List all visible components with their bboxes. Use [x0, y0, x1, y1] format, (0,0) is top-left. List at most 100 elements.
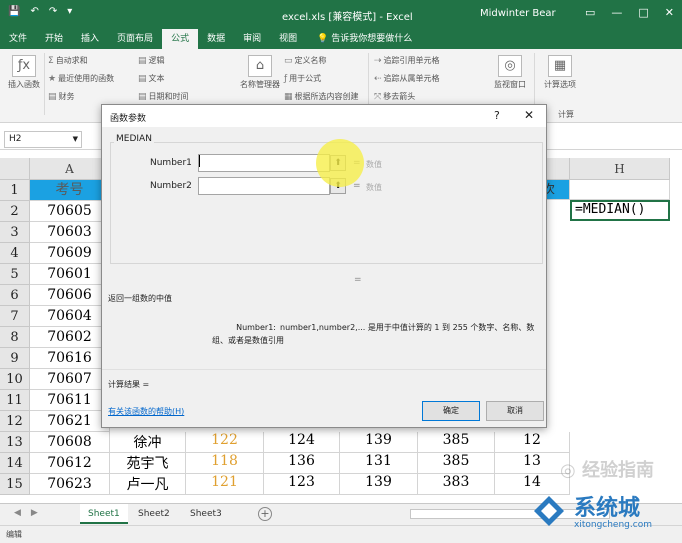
redo-icon[interactable]: ↷	[49, 6, 57, 17]
row-header[interactable]: 1	[0, 180, 30, 201]
prev-sheet-icon[interactable]: ◀	[14, 508, 21, 518]
tab-review[interactable]: 审阅	[234, 29, 270, 49]
cell-a-value[interactable]: 70603	[30, 222, 110, 243]
row-header[interactable]: 12	[0, 411, 30, 432]
insert-function-button[interactable]: ƒx 插入函数	[4, 55, 44, 90]
cell-a-value[interactable]: 70604	[30, 306, 110, 327]
trace-dependents-button[interactable]: ⇠ 追踪从属单元格	[374, 73, 440, 84]
tab-home[interactable]: 开始	[36, 29, 72, 49]
tab-data[interactable]: 数据	[198, 29, 234, 49]
cell-d14[interactable]: 136	[264, 453, 340, 474]
cell-b15[interactable]: 卢一凡	[110, 474, 186, 495]
close-icon[interactable]: ✕	[665, 6, 674, 19]
name-manager-button[interactable]: ⌂ 名称管理器	[240, 55, 280, 90]
cell-a-value[interactable]: 70602	[30, 327, 110, 348]
column-header-a[interactable]: A	[30, 158, 110, 180]
cell-h2-formula[interactable]: =MEDIAN()	[570, 200, 670, 221]
cell-a-value[interactable]: 70609	[30, 243, 110, 264]
trace-precedents-button[interactable]: ⇢ 追踪引用单元格	[374, 55, 440, 66]
autosum-button[interactable]: Σ 自动求和	[48, 55, 88, 66]
sheet-tab-sheet3[interactable]: Sheet3	[182, 504, 230, 524]
cell-d15[interactable]: 123	[264, 474, 340, 495]
row-header[interactable]: 15	[0, 474, 30, 495]
cell-c15[interactable]: 121	[186, 474, 264, 495]
column-header-h[interactable]: H	[570, 158, 670, 180]
customize-toolbar-icon[interactable]: ▾	[67, 6, 72, 17]
remove-arrows-button[interactable]: ⤧ 移去箭头	[374, 91, 415, 102]
cell-b14[interactable]: 苑宇飞	[110, 453, 186, 474]
cell-b13[interactable]: 徐冲	[110, 432, 186, 453]
user-name[interactable]: Midwinter Bear	[480, 8, 556, 19]
cell-a-value[interactable]: 70612	[30, 453, 110, 474]
cell-a-value[interactable]: 70605	[30, 201, 110, 222]
cell-c14[interactable]: 118	[186, 453, 264, 474]
row-header[interactable]: 13	[0, 432, 30, 453]
name-box[interactable]: H2 ▼	[4, 131, 82, 148]
cell-f13[interactable]: 385	[418, 432, 495, 453]
row-header[interactable]: 7	[0, 306, 30, 327]
cell-h1[interactable]	[570, 180, 670, 200]
cell-a-value[interactable]: 70608	[30, 432, 110, 453]
row-header[interactable]: 10	[0, 369, 30, 390]
ribbon-display-icon[interactable]: ▭	[585, 6, 595, 19]
cell-a-value[interactable]: 70611	[30, 390, 110, 411]
number1-input[interactable]	[198, 154, 330, 172]
cell-a-value[interactable]: 70623	[30, 474, 110, 495]
cell-e15[interactable]: 139	[340, 474, 418, 495]
maximize-icon[interactable]: □	[638, 6, 648, 19]
close-icon[interactable]: ✕	[524, 108, 534, 122]
chevron-down-icon[interactable]: ▼	[73, 132, 78, 147]
cell-e13[interactable]: 139	[340, 432, 418, 453]
help-icon[interactable]: ?	[494, 109, 500, 122]
cell-a-value[interactable]: 70616	[30, 348, 110, 369]
tab-view[interactable]: 视图	[270, 29, 306, 49]
cell-a-value[interactable]: 70607	[30, 369, 110, 390]
sheet-tab-sheet1[interactable]: Sheet1	[80, 504, 128, 524]
use-in-formula-button[interactable]: ƒ 用于公式	[284, 73, 321, 84]
row-header[interactable]: 11	[0, 390, 30, 411]
cancel-button[interactable]: 取消	[486, 401, 544, 421]
row-header[interactable]: 2	[0, 201, 30, 222]
next-sheet-icon[interactable]: ▶	[31, 508, 38, 518]
row-header[interactable]: 9	[0, 348, 30, 369]
tell-me-search[interactable]: 💡 告诉我你想要做什么	[308, 29, 421, 49]
row-header[interactable]: 4	[0, 243, 30, 264]
row-header[interactable]: 3	[0, 222, 30, 243]
text-button[interactable]: ▤ 文本	[138, 73, 165, 84]
add-sheet-button[interactable]: +	[258, 507, 272, 521]
row-header[interactable]: 14	[0, 453, 30, 474]
row-header[interactable]: 8	[0, 327, 30, 348]
create-from-selection-button[interactable]: ▦ 根据所选内容创建	[284, 91, 359, 102]
cell-f15[interactable]: 383	[418, 474, 495, 495]
save-icon[interactable]: 💾	[8, 6, 20, 17]
tab-page-layout[interactable]: 页面布局	[108, 29, 162, 49]
cell-a-value[interactable]: 70606	[30, 285, 110, 306]
ok-button[interactable]: 确定	[422, 401, 480, 421]
financial-button[interactable]: ▤ 财务	[48, 91, 75, 102]
select-all-corner[interactable]	[0, 158, 30, 180]
cell-g13[interactable]: 12	[495, 432, 570, 453]
tab-insert[interactable]: 插入	[72, 29, 108, 49]
cell-g14[interactable]: 13	[495, 453, 570, 474]
recent-functions-button[interactable]: ★ 最近使用的函数	[48, 73, 114, 84]
cell-c13[interactable]: 122	[186, 432, 264, 453]
define-name-button[interactable]: ▭ 定义名称	[284, 55, 327, 66]
tab-file[interactable]: 文件	[0, 29, 36, 49]
watch-window-button[interactable]: ◎ 监视窗口	[488, 55, 532, 90]
cell-e14[interactable]: 131	[340, 453, 418, 474]
sheet-tab-sheet2[interactable]: Sheet2	[130, 504, 178, 524]
row-header[interactable]: 5	[0, 264, 30, 285]
row-header[interactable]: 6	[0, 285, 30, 306]
tab-formulas[interactable]: 公式	[162, 29, 199, 49]
cell-f14[interactable]: 385	[418, 453, 495, 474]
calc-options-button[interactable]: ▦ 计算选项	[538, 55, 582, 90]
cell-a1-header[interactable]: 考号	[30, 180, 110, 201]
cell-a-value[interactable]: 70601	[30, 264, 110, 285]
undo-icon[interactable]: ↶	[30, 6, 38, 17]
number2-input[interactable]	[198, 177, 330, 195]
cell-d13[interactable]: 124	[264, 432, 340, 453]
function-help-link[interactable]: 有关该函数的帮助(H)	[108, 406, 184, 417]
cell-a-value[interactable]: 70621	[30, 411, 110, 432]
logical-button[interactable]: ▤ 逻辑	[138, 55, 165, 66]
minimize-icon[interactable]: —	[611, 6, 622, 19]
